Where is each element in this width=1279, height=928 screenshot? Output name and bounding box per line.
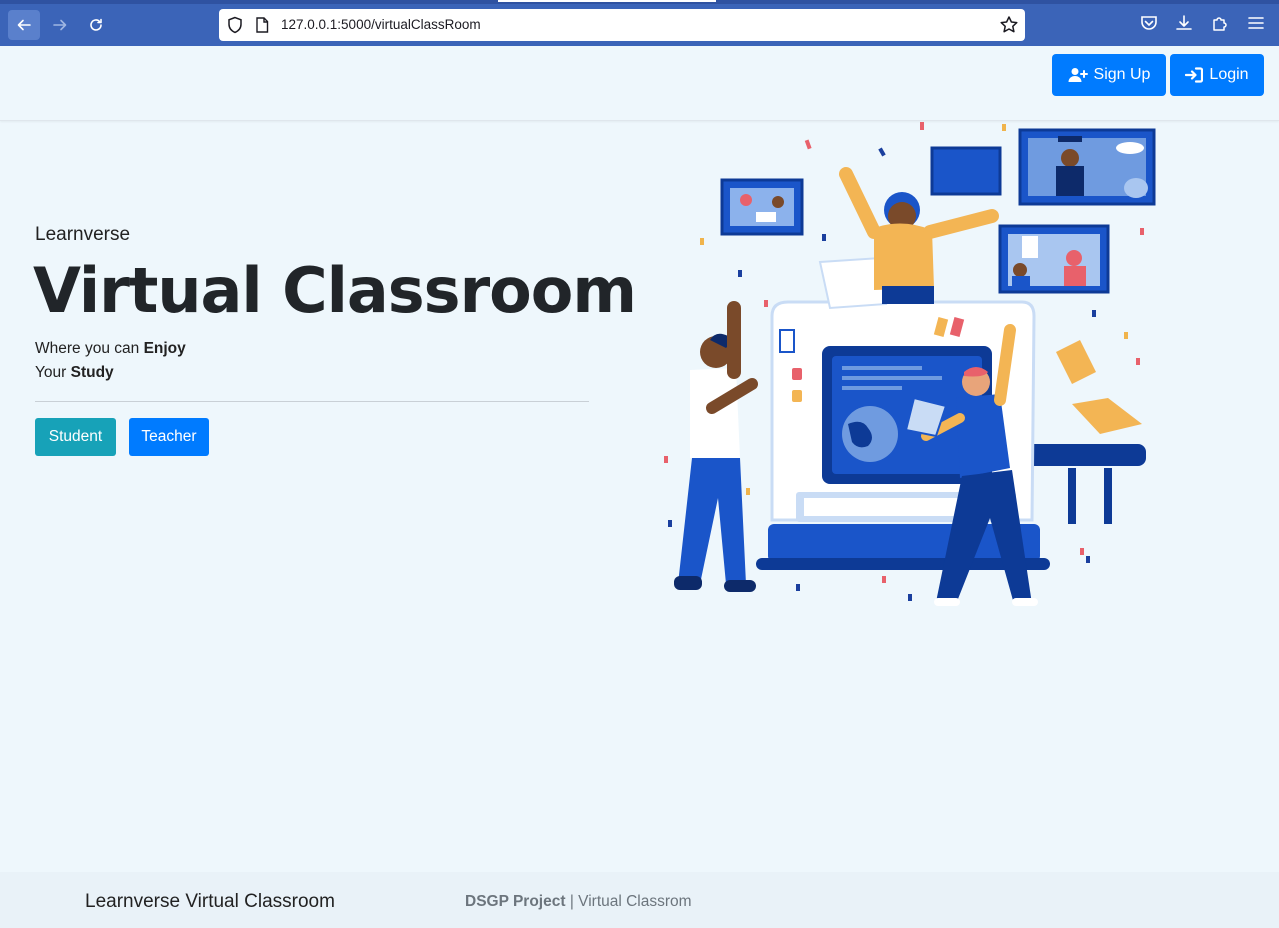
back-button[interactable]	[8, 10, 40, 40]
footer-brand: Learnverse Virtual Classroom	[85, 891, 335, 912]
user-plus-icon	[1068, 68, 1088, 82]
tagline-line-2-bold: Study	[70, 364, 114, 381]
footer-project: DSGP Project | Virtual Classrom	[465, 893, 692, 911]
teacher-button[interactable]: Teacher	[129, 418, 209, 456]
tagline-line-1-prefix: Where you can	[35, 340, 144, 357]
signup-button[interactable]: Sign Up	[1052, 54, 1166, 96]
hero-brand: Learnverse	[35, 224, 131, 245]
signup-label: Sign Up	[1093, 66, 1151, 83]
reload-button[interactable]	[80, 10, 112, 40]
login-button[interactable]: Login	[1170, 54, 1264, 96]
footer: Learnverse Virtual Classroom DSGP Projec…	[0, 872, 1279, 928]
site-header: Sign Up Login	[0, 46, 1279, 121]
url-text[interactable]: 127.0.0.1:5000/virtualClassRoom	[281, 17, 481, 32]
browser-toolbar: 127.0.0.1:5000/virtualClassRoom	[0, 0, 1279, 46]
hero-title: Virtual Classroom	[33, 254, 637, 327]
hero-divider	[35, 401, 589, 402]
active-tab-indicator	[498, 0, 716, 2]
student-button[interactable]: Student	[35, 418, 116, 456]
tagline-line-2-prefix: Your	[35, 364, 71, 381]
extensions-icon[interactable]	[1211, 14, 1229, 32]
forward-button[interactable]	[44, 10, 76, 40]
page-icon	[256, 17, 269, 33]
shield-icon[interactable]	[227, 16, 243, 34]
tagline-line-1: Where you can Enjoy	[35, 340, 186, 358]
footer-project-bold: DSGP Project	[465, 893, 566, 910]
reload-icon	[90, 18, 102, 31]
tagline-line-1-bold: Enjoy	[143, 340, 186, 357]
back-arrow-icon	[17, 19, 31, 31]
pocket-icon[interactable]	[1140, 14, 1158, 32]
menu-icon[interactable]	[1247, 14, 1265, 32]
virtual-classroom-illustration	[664, 122, 1156, 606]
sign-in-icon	[1185, 67, 1204, 83]
bookmark-star-icon[interactable]	[999, 15, 1019, 35]
login-label: Login	[1209, 66, 1249, 83]
tagline-line-2: Your Study	[35, 364, 114, 382]
download-icon[interactable]	[1175, 14, 1193, 32]
forward-arrow-icon	[53, 19, 67, 31]
address-bar[interactable]: 127.0.0.1:5000/virtualClassRoom	[219, 9, 1025, 41]
footer-project-rest: | Virtual Classrom	[565, 893, 692, 910]
